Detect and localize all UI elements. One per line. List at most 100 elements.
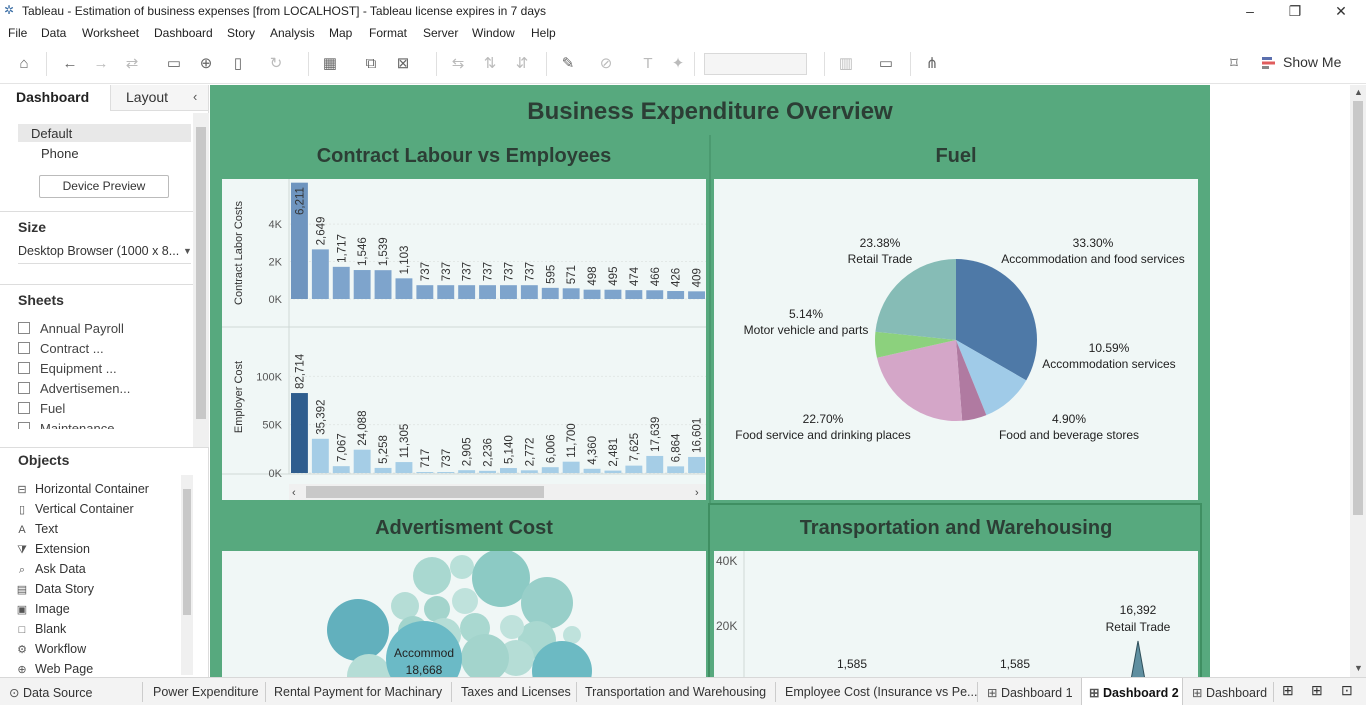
presentation-mode-icon[interactable]: ▭ bbox=[876, 54, 896, 74]
sheet-item[interactable]: Advertisemen... bbox=[18, 381, 130, 396]
data-label: 1,717 bbox=[336, 234, 348, 263]
object-web-page[interactable]: ⊕ Web Page bbox=[16, 662, 93, 676]
show-cards-icon[interactable]: ▥ bbox=[836, 54, 856, 74]
size-dropdown[interactable]: Desktop Browser (1000 x 8... bbox=[18, 244, 179, 258]
tab-taxes-licenses[interactable]: Taxes and Licenses bbox=[461, 685, 571, 699]
menu-help[interactable]: Help bbox=[531, 26, 556, 40]
objects-scrollbar[interactable] bbox=[181, 475, 193, 675]
close-icon[interactable]: ✕ bbox=[1326, 2, 1356, 20]
tab-dashboard[interactable]: Dashboard bbox=[16, 89, 89, 105]
y-tick-label: 100K bbox=[256, 371, 282, 383]
device-preview-button[interactable]: Device Preview bbox=[39, 175, 169, 198]
object-vertical-container[interactable]: ▯ Vertical Container bbox=[16, 502, 134, 516]
menu-dashboard[interactable]: Dashboard bbox=[154, 26, 213, 40]
bar bbox=[395, 462, 413, 473]
object-ask-data[interactable]: ⌕ Ask Data bbox=[16, 562, 86, 577]
duplicate-icon[interactable]: ⧉ bbox=[361, 54, 381, 74]
tab-data-source[interactable]: ⊙ Data Source bbox=[9, 685, 92, 700]
format-painter-icon[interactable]: ⌑ bbox=[1224, 54, 1244, 74]
bar bbox=[520, 285, 538, 299]
share-icon[interactable]: ⋔ bbox=[922, 54, 942, 74]
object-extension[interactable]: ⧩ Extension bbox=[16, 542, 90, 557]
menu-format[interactable]: Format bbox=[369, 26, 407, 40]
restore-icon[interactable]: ❐ bbox=[1280, 2, 1310, 20]
sheet-item[interactable]: Fuel bbox=[18, 401, 65, 416]
object-text[interactable]: A Text bbox=[16, 522, 58, 536]
scroll-down-icon[interactable]: ▼ bbox=[1354, 663, 1363, 673]
tab-layout[interactable]: Layout bbox=[126, 89, 168, 105]
contract-panel: Contract Labor Costs Employer Cost 4K 2K 0K 6… bbox=[222, 179, 726, 500]
labels-icon[interactable]: T bbox=[638, 54, 658, 74]
new-worksheet-tab-icon[interactable]: ⊞ bbox=[1282, 682, 1294, 699]
object-blank[interactable]: □ Blank bbox=[16, 622, 67, 636]
sheet-item[interactable]: Equipment ... bbox=[18, 361, 117, 376]
size-dropdown-icon[interactable]: ▼ bbox=[183, 246, 192, 256]
data-source-icon: ⊙ bbox=[9, 686, 23, 700]
tab-dashboard-3[interactable]: ⊞ Dashboard bbox=[1192, 685, 1267, 700]
menu-server[interactable]: Server bbox=[423, 26, 458, 40]
dashboard-title: Business Expenditure Overview bbox=[527, 98, 893, 125]
menu-analysis[interactable]: Analysis bbox=[270, 26, 315, 40]
menu-worksheet[interactable]: Worksheet bbox=[82, 26, 139, 40]
sheet-item[interactable]: Maintenance bbox=[18, 421, 114, 429]
menu-map[interactable]: Map bbox=[329, 26, 352, 40]
new-worksheet-icon[interactable]: ▦ bbox=[320, 54, 340, 74]
sheets-scrollbar[interactable] bbox=[193, 113, 209, 447]
refresh-icon[interactable]: ↻ bbox=[266, 54, 286, 74]
object-data-story[interactable]: ▤ Data Story bbox=[16, 582, 94, 596]
menu-story[interactable]: Story bbox=[227, 26, 255, 40]
tab-rental-payment[interactable]: Rental Payment for Machinary bbox=[274, 685, 442, 699]
new-story-tab-icon[interactable]: ⊡ bbox=[1341, 682, 1353, 699]
object-workflow[interactable]: ⚙ Workflow bbox=[16, 642, 86, 656]
canvas-scrollbar[interactable]: ▲ ▼ bbox=[1350, 85, 1366, 677]
data-label: 82,714 bbox=[294, 353, 306, 389]
menu-data[interactable]: Data bbox=[41, 26, 66, 40]
show-me-icon[interactable] bbox=[1262, 56, 1276, 70]
undo-icon[interactable]: ← bbox=[60, 54, 80, 74]
scroll-up-icon[interactable]: ▲ bbox=[1354, 87, 1363, 97]
image-icon: ▣ bbox=[16, 604, 28, 616]
slice-percent-label: 23.38% bbox=[860, 236, 901, 250]
horizontal-container-icon: ⊟ bbox=[17, 484, 27, 496]
redo-icon[interactable]: → bbox=[91, 54, 111, 74]
object-horizontal-container[interactable]: ⊟ Horizontal Container bbox=[16, 482, 149, 496]
new-datasource-icon[interactable]: ⊕ bbox=[196, 54, 216, 74]
bar bbox=[667, 466, 685, 473]
menu-window[interactable]: Window bbox=[472, 26, 515, 40]
clear-sheet-icon[interactable]: ⊠ bbox=[393, 54, 413, 74]
object-image[interactable]: ▣ Image bbox=[16, 602, 70, 616]
data-label: 17,639 bbox=[650, 417, 662, 452]
swap-rows-icon[interactable]: ⇆ bbox=[448, 54, 468, 74]
advertisement-bubble-chart: Accommod 18,668 bbox=[327, 549, 592, 677]
tab-dashboard-1[interactable]: ⊞ Dashboard 1 bbox=[987, 685, 1073, 700]
bar bbox=[688, 291, 705, 299]
bar bbox=[311, 249, 329, 299]
pie-slice bbox=[875, 259, 956, 340]
pin-icon[interactable]: ✦ bbox=[668, 54, 688, 74]
sort-ascending-icon[interactable]: ⇅ bbox=[480, 54, 500, 74]
save-icon[interactable]: ▭ bbox=[164, 54, 184, 74]
pause-updates-icon[interactable]: ▯ bbox=[228, 54, 248, 74]
tab-employee-cost[interactable]: Employee Cost (Insurance vs Pe... bbox=[785, 685, 977, 699]
device-phone[interactable]: Phone bbox=[41, 146, 79, 161]
tab-power-expenditure[interactable]: Power Expenditure bbox=[153, 685, 259, 699]
group-icon[interactable]: ⊘ bbox=[596, 54, 616, 74]
sheet-item[interactable]: Annual Payroll bbox=[18, 321, 124, 336]
bar bbox=[353, 270, 371, 299]
device-default[interactable]: Default bbox=[31, 126, 72, 141]
data-label: 2,236 bbox=[483, 438, 495, 467]
tab-transportation[interactable]: Transportation and Warehousing bbox=[585, 685, 766, 699]
menu-file[interactable]: File bbox=[8, 26, 27, 40]
collapse-panel-icon[interactable]: ‹ bbox=[193, 89, 197, 104]
home-icon[interactable]: ⌂ bbox=[14, 54, 34, 74]
highlight-icon[interactable]: ✎ bbox=[558, 54, 578, 74]
new-dashboard-tab-icon[interactable]: ⊞ bbox=[1311, 682, 1323, 699]
objects-heading: Objects bbox=[18, 452, 70, 468]
swap-icon[interactable]: ⇄ bbox=[122, 54, 142, 74]
minimize-icon[interactable]: – bbox=[1235, 2, 1265, 20]
show-me-button[interactable]: Show Me bbox=[1283, 54, 1341, 70]
sheet-item[interactable]: Contract ... bbox=[18, 341, 104, 356]
tab-dashboard-2[interactable]: ⊞ Dashboard 2 bbox=[1089, 685, 1179, 700]
fit-dropdown[interactable] bbox=[704, 53, 807, 75]
sort-descending-icon[interactable]: ⇵ bbox=[512, 54, 532, 74]
